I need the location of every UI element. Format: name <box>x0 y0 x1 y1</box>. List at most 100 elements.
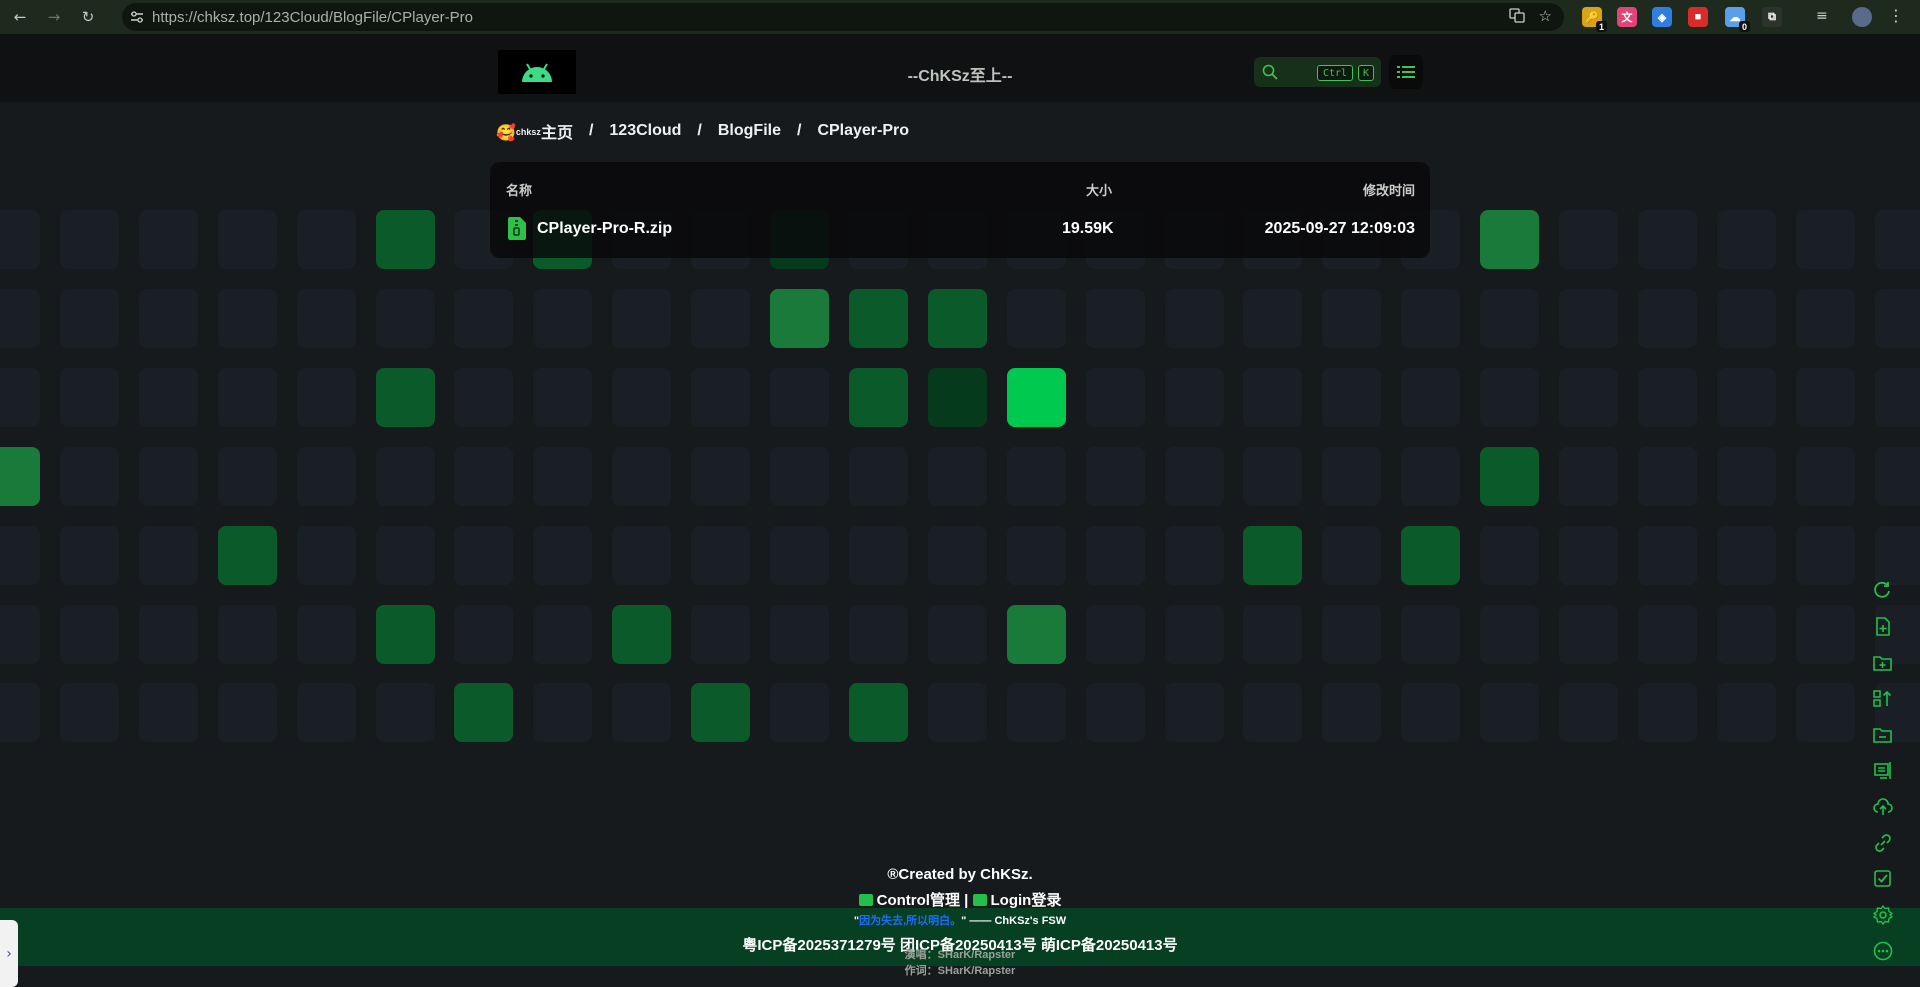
address-bar[interactable]: https://chksz.top/123Cloud/BlogFile/CPla… <box>122 3 1564 31</box>
background-tile <box>612 289 671 348</box>
background-tile <box>139 210 198 269</box>
profile-avatar[interactable] <box>1852 7 1872 27</box>
folder-minus-icon <box>1873 728 1892 743</box>
background-tile <box>1480 289 1539 348</box>
background-tile <box>1007 368 1066 427</box>
background-tile <box>691 605 750 664</box>
background-tile <box>1559 526 1618 585</box>
extension-badge: 1 <box>1596 21 1607 32</box>
background-tile <box>1243 289 1302 348</box>
ext-cloud-icon[interactable]: ☁ 0 <box>1725 7 1750 32</box>
background-tile <box>1796 289 1855 348</box>
background-tile <box>612 683 671 742</box>
login-link[interactable]: Login登录 <box>972 892 1061 909</box>
toolbar-settings-button[interactable] <box>1866 898 1900 932</box>
background-tile <box>1638 210 1697 269</box>
file-size: 19.59K <box>1062 220 1114 237</box>
toolbar-folder-minus-button[interactable] <box>1866 718 1900 752</box>
toolbar-new-folder-button[interactable] <box>1866 646 1900 680</box>
file-name-link[interactable]: CPlayer-Pro-R.zip <box>537 220 672 238</box>
back-button[interactable]: ← <box>6 3 34 31</box>
background-tile <box>1559 210 1618 269</box>
background-tile <box>0 605 40 664</box>
background-tile <box>1401 289 1460 348</box>
ext-red-icon[interactable]: ■ <box>1688 7 1708 27</box>
toolbar-select-button[interactable] <box>1866 862 1900 896</box>
background-tile <box>1796 368 1855 427</box>
kbd-k: K <box>1358 65 1374 81</box>
site-info-icon[interactable] <box>122 11 152 23</box>
toolbar-link-button[interactable] <box>1866 826 1900 860</box>
footer-links: Control管理 | Login登录 <box>0 889 1920 910</box>
background-tile <box>849 526 908 585</box>
background-tile <box>1717 210 1776 269</box>
reading-list-icon[interactable]: ≡ <box>1816 8 1828 24</box>
camera-icon <box>858 894 873 906</box>
toolbar-new-file-button[interactable] <box>1866 610 1900 644</box>
breadcrumb-123cloud[interactable]: 123Cloud <box>609 122 681 140</box>
background-tile <box>1322 605 1381 664</box>
background-tile <box>297 447 356 506</box>
background-tile <box>770 683 829 742</box>
home-emoji-icon: 🥰 <box>496 125 516 142</box>
background-tile <box>454 526 513 585</box>
breadcrumb-home[interactable]: 🥰chksz主页 <box>496 119 573 143</box>
background-tile <box>1322 447 1381 506</box>
background-tile <box>849 368 908 427</box>
column-header-name[interactable]: 名称 <box>506 180 532 199</box>
background-tile <box>1796 605 1855 664</box>
background-tile <box>533 683 592 742</box>
file-modified-time: 2025-09-27 12:09:03 <box>1264 220 1415 237</box>
background-tile <box>612 605 671 664</box>
background-tile <box>0 526 40 585</box>
breadcrumb-separator: / <box>588 122 594 139</box>
background-tile <box>691 683 750 742</box>
toolbar-more-button[interactable] <box>1866 934 1900 968</box>
footer-credit-lyrics: 作词：SHarK/Rapster <box>904 965 1016 977</box>
background-tile <box>612 447 671 506</box>
toolbar-refresh-button[interactable] <box>1866 574 1900 608</box>
background-tile <box>0 289 40 348</box>
control-link[interactable]: Control管理 <box>858 892 960 909</box>
background-tile <box>1401 683 1460 742</box>
list-menu-button[interactable] <box>1389 55 1423 89</box>
column-header-size[interactable]: 大小 <box>1086 180 1112 199</box>
background-tile <box>376 526 435 585</box>
background-tile <box>1638 368 1697 427</box>
background-tile <box>0 447 40 506</box>
breadcrumb-blogfile[interactable]: BlogFile <box>718 122 781 140</box>
new-file-icon <box>1876 617 1890 636</box>
background-tile <box>1007 289 1066 348</box>
ext-shield-icon[interactable]: ◈ <box>1652 7 1672 27</box>
background-tile <box>1480 683 1539 742</box>
forward-button[interactable]: → <box>40 3 68 31</box>
background-tile <box>1401 368 1460 427</box>
ext-key-icon[interactable]: 🔑 1 <box>1582 7 1607 32</box>
background-tile <box>60 289 119 348</box>
browser-menu-icon[interactable]: ⋮ <box>1888 6 1904 25</box>
ext-translate-icon[interactable]: 文 <box>1617 7 1637 27</box>
ext-puzzle-icon[interactable]: ⧉ <box>1762 7 1782 27</box>
toolbar-rename-button[interactable] <box>1866 754 1900 788</box>
reload-button[interactable]: ↻ <box>74 3 102 31</box>
breadcrumb-cplayer-pro[interactable]: CPlayer-Pro <box>817 122 909 140</box>
background-tile <box>533 368 592 427</box>
background-tile <box>1559 683 1618 742</box>
toolbar-sort-button[interactable] <box>1866 682 1900 716</box>
background-tile <box>1322 526 1381 585</box>
background-tile <box>1717 605 1776 664</box>
zip-file-icon <box>508 217 526 240</box>
select-icon <box>1874 870 1891 887</box>
background-tile <box>218 289 277 348</box>
site-title: --ChKSz至上-- <box>907 68 1013 85</box>
column-header-modified[interactable]: 修改时间 <box>1363 180 1415 199</box>
background-tile <box>1322 368 1381 427</box>
site-logo[interactable] <box>498 50 576 94</box>
background-tile <box>60 447 119 506</box>
toolbar-upload-button[interactable] <box>1866 790 1900 824</box>
translate-icon[interactable] <box>1508 7 1525 27</box>
background-tile <box>1007 683 1066 742</box>
bookmark-star-icon[interactable]: ☆ <box>1539 7 1552 27</box>
search-button[interactable]: Ctrl K <box>1254 57 1381 87</box>
side-drawer-tab[interactable]: › <box>0 920 18 987</box>
